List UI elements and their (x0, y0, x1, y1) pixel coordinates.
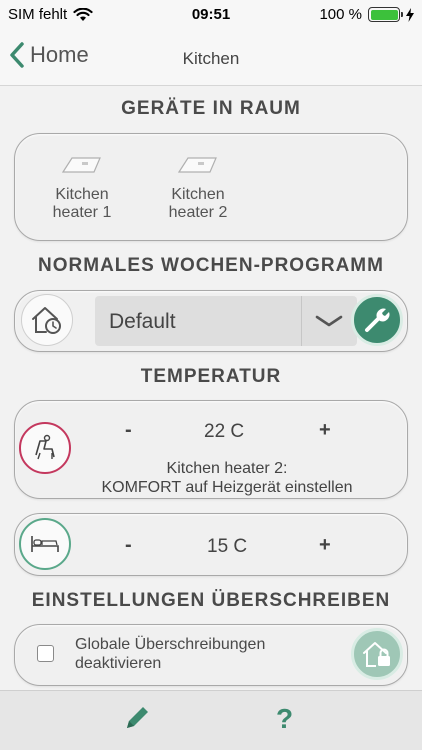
help-button[interactable]: ? (276, 703, 293, 735)
eco-temperature-value: 15 C (207, 536, 248, 557)
eco-increase-button[interactable]: + (319, 534, 331, 557)
comfort-mode-icon-button (19, 422, 71, 474)
program-section-title: NORMALES WOCHEN-PROGRAMM (38, 255, 384, 276)
comfort-message-line2: KOMFORT auf Heizgerät einstellen (101, 479, 353, 496)
device-kitchen-heater-2[interactable]: Kitchen heater 2 (148, 154, 248, 222)
program-settings-button[interactable] (351, 294, 403, 346)
device-kitchen-heater-1[interactable]: Kitchen heater 1 (32, 154, 132, 222)
comfort-decrease-button[interactable]: - (125, 419, 132, 442)
eco-decrease-button[interactable]: - (125, 534, 132, 557)
battery-icon (368, 7, 403, 22)
devices-card: Kitchen heater 1 Kitchen heater 2 (14, 133, 408, 241)
status-right: 100 % (319, 6, 414, 23)
house-clock-icon (32, 307, 61, 334)
eco-mode-icon-button (19, 518, 71, 570)
devices-section-title: GERÄTE IN RAUM (121, 98, 301, 119)
disable-global-overrides-label[interactable]: Globale Überschreibungen deaktivieren (75, 635, 265, 673)
charging-icon (406, 7, 414, 22)
wrench-icon (365, 308, 390, 332)
comfort-temperature-card: - 22 C + Kitchen heater 2: KOMFORT auf H… (14, 400, 408, 499)
bottom-toolbar: ? (0, 690, 422, 750)
device-label-line2: heater 1 (52, 204, 112, 221)
dropdown-toggle[interactable] (301, 296, 357, 346)
device-label-line1: Kitchen (171, 186, 225, 203)
override-lock-button[interactable] (351, 628, 403, 680)
heater-icon (61, 157, 101, 173)
program-schedule-button[interactable] (21, 294, 73, 346)
temperature-section-title: TEMPERATUR (140, 366, 282, 387)
page-title: Kitchen (182, 49, 240, 68)
checkbox-label-line1: Globale Überschreibungen (75, 636, 266, 653)
heater-icon (177, 157, 217, 173)
program-card: Default (14, 290, 408, 352)
comfort-message-line1: Kitchen heater 2: (166, 460, 288, 477)
nav-bar: Home Kitchen (0, 30, 422, 86)
device-label-line2: heater 2 (168, 204, 228, 221)
disable-global-overrides-checkbox[interactable] (37, 645, 54, 662)
help-icon: ? (276, 703, 294, 734)
override-card: Globale Überschreibungen deaktivieren (14, 624, 408, 686)
program-selected-value: Default (109, 310, 176, 333)
device-label-line1: Kitchen (55, 186, 109, 203)
program-dropdown[interactable]: Default (95, 296, 357, 346)
eco-temperature-card: - 15 C + (14, 513, 408, 576)
chevron-down-icon (315, 315, 343, 327)
status-bar: SIM fehlt 09:51 100 % (0, 0, 422, 30)
house-lock-icon (363, 642, 390, 667)
edit-button[interactable] (122, 703, 152, 738)
override-section-title: EINSTELLUNGEN ÜBERSCHREIBEN (31, 590, 391, 611)
comfort-temperature-value: 22 C (204, 421, 245, 442)
checkbox-label-line2: deaktivieren (75, 655, 162, 672)
comfort-increase-button[interactable]: + (319, 419, 331, 442)
battery-percent: 100 % (319, 6, 362, 23)
bed-icon (31, 536, 59, 552)
pencil-icon (127, 707, 148, 728)
comfort-chair-icon (35, 434, 55, 460)
